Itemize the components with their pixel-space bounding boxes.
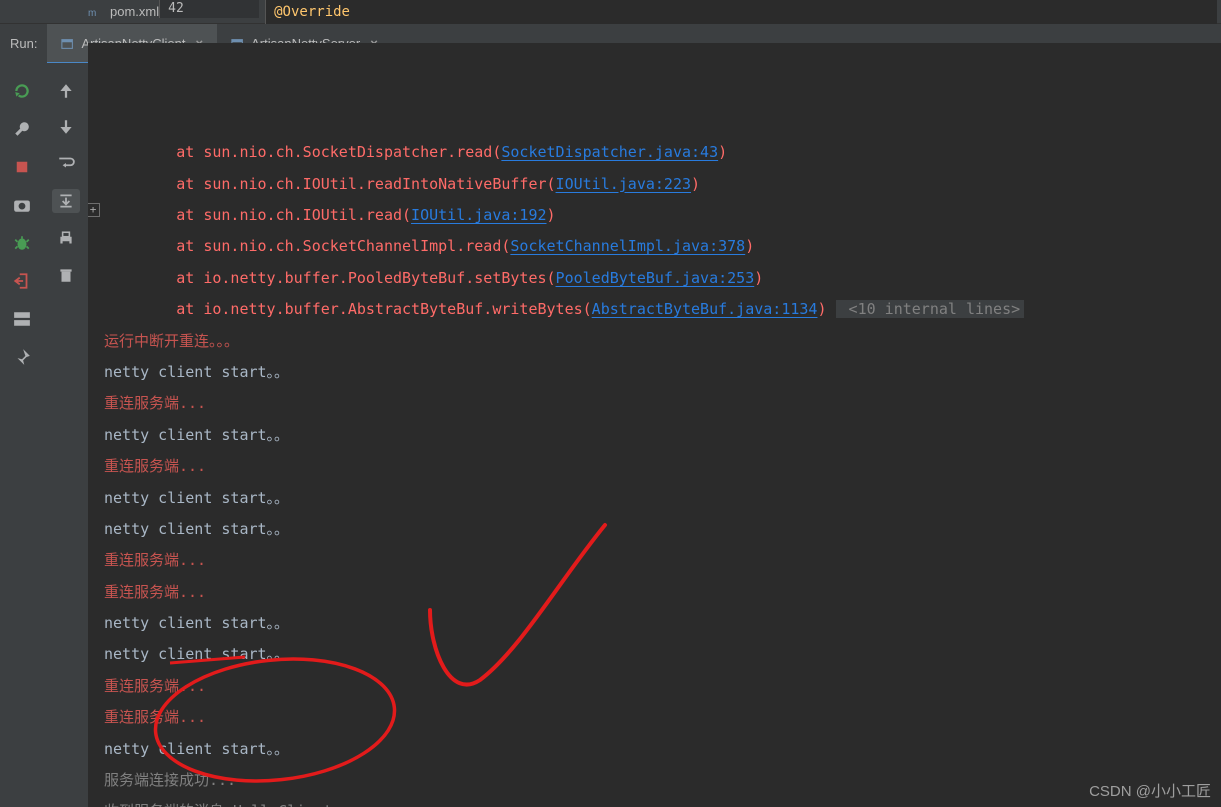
soft-wrap-icon[interactable] xyxy=(56,153,76,173)
run-label: Run: xyxy=(0,36,47,51)
expand-fold-icon[interactable]: + xyxy=(88,203,100,217)
stacktrace-line: at sun.nio.ch.IOUtil.readIntoNativeBuffe… xyxy=(104,169,1221,200)
console-line: netty client start。。 xyxy=(104,420,1221,451)
up-arrow-icon[interactable] xyxy=(56,81,76,101)
console-line: netty client start。。 xyxy=(104,514,1221,545)
console-line: netty client start。。 xyxy=(104,734,1221,765)
console-line: netty client start。。 xyxy=(104,483,1221,514)
rerun-icon[interactable] xyxy=(12,81,32,101)
run-tool-window: + at sun.nio.ch.SocketDispatcher.read(So… xyxy=(0,63,1221,807)
run-config-icon xyxy=(61,37,75,51)
layout-icon[interactable] xyxy=(12,309,32,329)
line-number-indicator: 42 xyxy=(159,0,259,18)
top-editor-strip: m pom.xml 42 @Override xyxy=(0,0,1221,24)
stacktrace-line: at sun.nio.ch.SocketChannelImpl.read(Soc… xyxy=(104,231,1221,262)
run-actions-gutter xyxy=(0,63,44,807)
console-line: 服务端连接成功... xyxy=(104,765,1221,796)
source-link[interactable]: PooledByteBuf.java:253 xyxy=(556,269,755,287)
down-arrow-icon[interactable] xyxy=(56,117,76,137)
console-line: 重连服务端... xyxy=(104,671,1221,702)
source-link[interactable]: SocketChannelImpl.java:378 xyxy=(510,237,745,255)
xml-file-icon: m xyxy=(88,4,104,20)
watermark: CSDN @小小工匠 xyxy=(1089,780,1211,801)
console-output[interactable]: + at sun.nio.ch.SocketDispatcher.read(So… xyxy=(88,43,1221,807)
stacktrace-line: at io.netty.buffer.PooledByteBuf.setByte… xyxy=(104,263,1221,294)
file-name: pom.xml xyxy=(110,4,159,19)
console-line: 重连服务端... xyxy=(104,702,1221,733)
source-link[interactable]: AbstractByteBuf.java:1134 xyxy=(592,300,818,318)
console-actions-gutter xyxy=(44,63,88,807)
source-link[interactable]: IOUtil.java:223 xyxy=(556,175,691,193)
console-line: netty client start。。 xyxy=(104,608,1221,639)
folded-lines-badge[interactable]: <10 internal lines> xyxy=(836,300,1025,318)
editor-snippet: @Override xyxy=(265,0,1217,24)
console-line: netty client start。。 xyxy=(104,357,1221,388)
source-link[interactable]: IOUtil.java:192 xyxy=(411,206,546,224)
stacktrace-line: at sun.nio.ch.IOUtil.read(IOUtil.java:19… xyxy=(104,200,1221,231)
bug-icon[interactable] xyxy=(12,233,32,253)
stacktrace-line: at sun.nio.ch.SocketDispatcher.read(Sock… xyxy=(104,137,1221,168)
stacktrace-line: at io.netty.buffer.AbstractByteBuf.write… xyxy=(104,294,1221,325)
svg-text:m: m xyxy=(88,8,96,19)
exit-icon[interactable] xyxy=(12,271,32,291)
source-link[interactable]: SocketDispatcher.java:43 xyxy=(501,143,718,161)
console-line: 重连服务端... xyxy=(104,577,1221,608)
print-icon[interactable] xyxy=(56,229,76,249)
wrench-icon[interactable] xyxy=(12,119,32,139)
console-line: 重连服务端... xyxy=(104,388,1221,419)
console-line: 运行中断开重连。。。 xyxy=(104,326,1221,357)
console-line: netty client start。。 xyxy=(104,639,1221,670)
file-tab[interactable]: m pom.xml xyxy=(88,4,159,20)
pin-icon[interactable] xyxy=(12,347,32,367)
console-line: 重连服务端... xyxy=(104,451,1221,482)
stop-icon[interactable] xyxy=(12,157,32,177)
scroll-to-end-icon[interactable] xyxy=(52,189,80,213)
trash-icon[interactable] xyxy=(56,265,76,285)
camera-icon[interactable] xyxy=(12,195,32,215)
console-line: 重连服务端... xyxy=(104,545,1221,576)
console-line: 收到服务端的消息:HelloClient xyxy=(104,796,1221,807)
